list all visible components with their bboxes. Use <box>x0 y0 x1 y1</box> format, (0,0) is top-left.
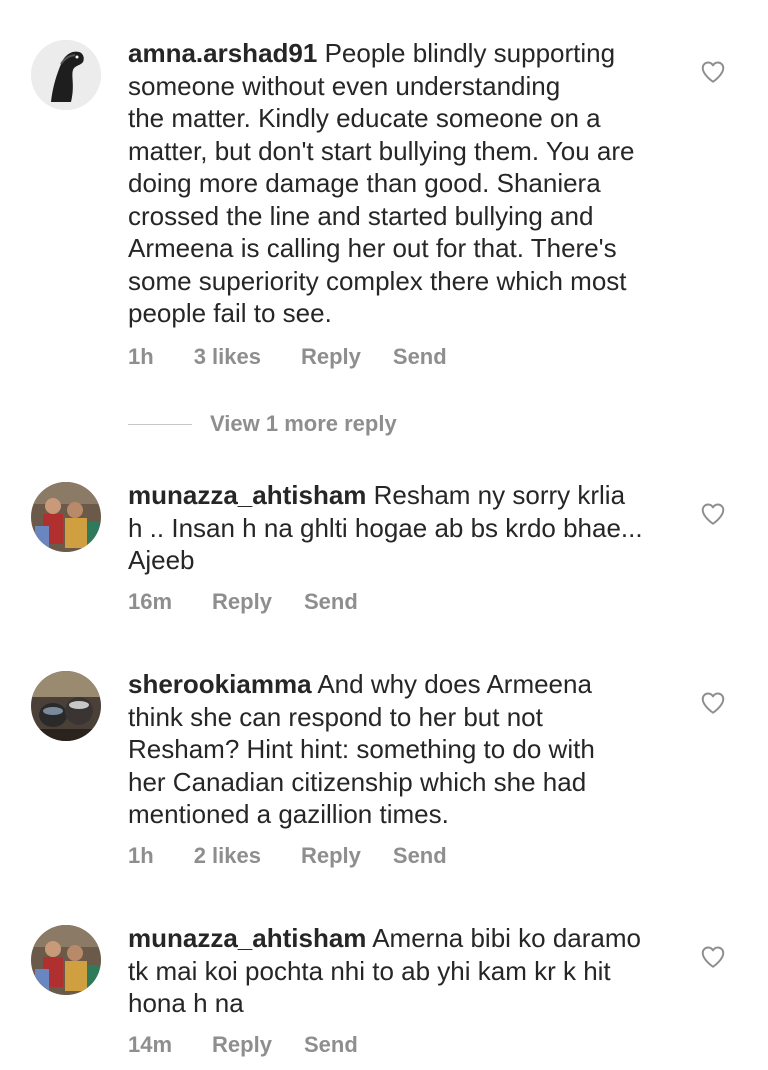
heart-outline-icon <box>701 61 725 83</box>
family-photo-avatar-icon <box>31 925 101 995</box>
reply-button[interactable]: Reply <box>212 1032 272 1058</box>
pottery-photo-avatar-icon <box>31 671 101 741</box>
like-button[interactable] <box>700 690 726 716</box>
send-button[interactable]: Send <box>304 589 358 615</box>
comment-username[interactable]: sherookiamma <box>128 669 312 699</box>
view-more-label[interactable]: View 1 more reply <box>210 411 397 437</box>
comment-username[interactable]: amna.arshad91 <box>128 38 317 68</box>
send-button[interactable]: Send <box>393 843 447 869</box>
comment-text: People blindly supporting someone withou… <box>128 38 635 328</box>
comment-meta: 14m Reply Send <box>128 1030 398 1060</box>
comment-meta: 16m Reply Send <box>128 587 398 617</box>
user-avatar[interactable] <box>31 925 101 995</box>
user-avatar[interactable] <box>31 482 101 552</box>
reply-button[interactable]: Reply <box>301 843 361 869</box>
like-button[interactable] <box>700 501 726 527</box>
comment-body: munazza_ahtisham Amerna bibi ko daramo t… <box>128 922 688 1020</box>
comment-username[interactable]: munazza_ahtisham <box>128 480 366 510</box>
comment-time: 1h <box>128 344 154 369</box>
comment-time: 16m <box>128 589 173 614</box>
comment-time: 1h <box>128 843 154 868</box>
comment-likes[interactable]: 3 likes <box>194 344 261 370</box>
view-more-replies[interactable]: View 1 more reply <box>128 408 397 440</box>
comment-time: 14m <box>128 1032 173 1057</box>
user-avatar[interactable] <box>31 40 101 110</box>
comment-meta: 1h 2 likes Reply Send <box>128 841 487 871</box>
family-photo-avatar-icon <box>31 482 101 552</box>
divider-line <box>128 423 192 425</box>
comment-body: amna.arshad91 People blindly supporting … <box>128 37 688 330</box>
reply-button[interactable]: Reply <box>301 344 361 370</box>
horse-avatar-icon <box>31 40 101 110</box>
like-button[interactable] <box>700 59 726 85</box>
comment-body: sherookiamma And why does Armeena think … <box>128 668 688 831</box>
comment-username[interactable]: munazza_ahtisham <box>128 923 366 953</box>
comment-body: munazza_ahtisham Resham ny sorry krlia h… <box>128 479 688 577</box>
comment-meta: 1h 3 likes Reply Send <box>128 342 487 372</box>
heart-outline-icon <box>701 503 725 525</box>
heart-outline-icon <box>701 692 725 714</box>
heart-outline-icon <box>701 946 725 968</box>
reply-button[interactable]: Reply <box>212 589 272 615</box>
comment-likes[interactable]: 2 likes <box>194 843 261 869</box>
user-avatar[interactable] <box>31 671 101 741</box>
like-button[interactable] <box>700 944 726 970</box>
send-button[interactable]: Send <box>393 344 447 370</box>
send-button[interactable]: Send <box>304 1032 358 1058</box>
